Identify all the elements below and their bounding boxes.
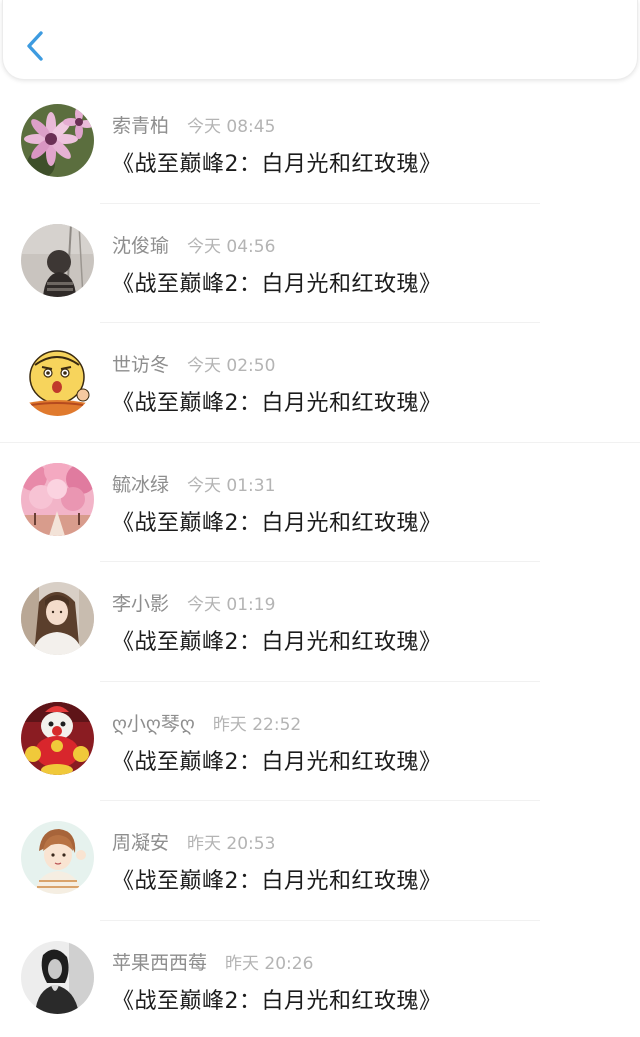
anime-boy-avatar-icon <box>21 821 94 894</box>
avatar[interactable] <box>21 104 94 177</box>
avatar[interactable] <box>21 701 94 775</box>
timestamp: 昨天 20:26 <box>225 953 314 974</box>
sender-name: 周凝安 <box>112 832 170 854</box>
cartoon-face-avatar-icon <box>21 343 94 416</box>
timestamp: 今天 02:50 <box>187 356 276 376</box>
message-list-page: 索青柏 今天 08:45 《战至巅峰2：白月光和红玫瑰》 沈俊瑜 今天 04:5… <box>0 0 640 1037</box>
sender-name: 毓冰绿 <box>112 473 170 496</box>
avatar[interactable] <box>21 940 94 1014</box>
list-item[interactable]: 毓冰绿 今天 01:31 《战至巅峰2：白月光和红玫瑰》 <box>0 443 640 562</box>
item-meta: 苹果西西莓 昨天 20:26 <box>112 948 313 974</box>
avatar[interactable] <box>21 462 94 536</box>
avatar[interactable] <box>21 821 94 894</box>
message-text: 《战至巅峰2：白月光和红玫瑰》 <box>112 391 442 416</box>
timestamp: 今天 04:56 <box>187 236 276 257</box>
message-text: 《战至巅峰2：白月光和红玫瑰》 <box>112 271 442 297</box>
message-text: 《战至巅峰2：白月光和红玫瑰》 <box>112 510 442 536</box>
message-text: 《战至巅峰2：白月光和红玫瑰》 <box>112 869 442 894</box>
sender-name: 世访冬 <box>112 354 170 376</box>
timestamp: 昨天 22:52 <box>212 714 302 735</box>
avatar[interactable] <box>21 223 94 297</box>
message-text: 《战至巅峰2：白月光和红玫瑰》 <box>112 152 442 177</box>
message-text: 《战至巅峰2：白月光和红玫瑰》 <box>112 630 442 655</box>
message-text: 《战至巅峰2：白月光和红玫瑰》 <box>112 988 442 1014</box>
timestamp: 今天 08:45 <box>187 117 276 137</box>
bw-portrait-avatar-icon <box>21 940 94 1014</box>
message-list: 索青柏 今天 08:45 《战至巅峰2：白月光和红玫瑰》 沈俊瑜 今天 04:5… <box>0 84 640 1037</box>
list-item[interactable]: ღ小ღ琴ღ 昨天 22:52 《战至巅峰2：白月光和红玫瑰》 <box>0 682 640 801</box>
sender-name: 李小影 <box>112 593 170 615</box>
message-text: 《战至巅峰2：白月光和红玫瑰》 <box>112 749 442 775</box>
item-meta: 李小影 今天 01:19 <box>112 589 275 615</box>
list-item[interactable]: 周凝安 昨天 20:53 《战至巅峰2：白月光和红玫瑰》 <box>0 801 640 921</box>
sender-name: 苹果西西莓 <box>112 951 208 974</box>
avatar[interactable] <box>21 343 94 416</box>
clown-toy-avatar-icon <box>21 701 94 775</box>
cherry-blossom-avatar-icon <box>21 462 94 536</box>
chevron-left-icon <box>27 31 43 61</box>
list-item[interactable]: 沈俊瑜 今天 04:56 《战至巅峰2：白月光和红玫瑰》 <box>0 204 640 323</box>
sender-name: 索青柏 <box>112 115 170 137</box>
list-item[interactable]: 苹果西西莓 昨天 20:26 《战至巅峰2：白月光和红玫瑰》 <box>0 921 640 1037</box>
timestamp: 今天 01:19 <box>187 595 276 615</box>
timestamp: 昨天 20:53 <box>187 834 276 854</box>
top-bar <box>2 0 638 80</box>
back-button[interactable] <box>21 26 55 66</box>
item-meta: 周凝安 昨天 20:53 <box>112 828 275 854</box>
list-item[interactable]: 索青柏 今天 08:45 《战至巅峰2：白月光和红玫瑰》 <box>0 84 640 204</box>
list-item[interactable]: 李小影 今天 01:19 《战至巅峰2：白月光和红玫瑰》 <box>0 562 640 682</box>
sender-name: ღ小ღ琴ღ <box>112 712 195 735</box>
item-meta: ღ小ღ琴ღ 昨天 22:52 <box>112 709 301 735</box>
avatar[interactable] <box>21 582 94 655</box>
list-item[interactable]: 世访冬 今天 02:50 《战至巅峰2：白月光和红玫瑰》 <box>0 323 640 443</box>
person-photo-avatar-icon <box>21 223 94 297</box>
girl-photo-avatar-icon <box>21 582 94 655</box>
item-meta: 毓冰绿 今天 01:31 <box>112 470 275 496</box>
item-meta: 世访冬 今天 02:50 <box>112 350 275 376</box>
flower-avatar-icon <box>21 104 94 177</box>
sender-name: 沈俊瑜 <box>112 234 170 257</box>
item-meta: 沈俊瑜 今天 04:56 <box>112 231 275 257</box>
timestamp: 今天 01:31 <box>187 475 276 496</box>
item-meta: 索青柏 今天 08:45 <box>112 111 275 137</box>
